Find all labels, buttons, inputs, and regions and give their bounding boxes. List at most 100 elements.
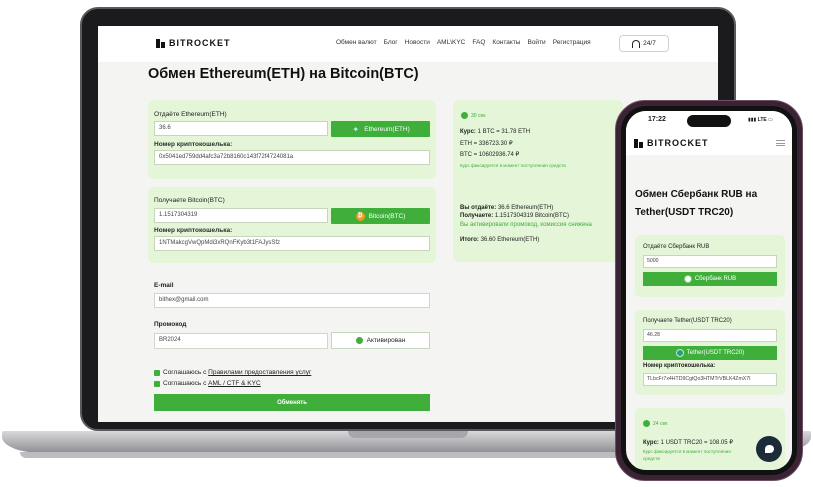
phone-clock-icon [643, 420, 650, 427]
phone-logo[interactable]: BITROCKET [634, 138, 709, 148]
phone-signal: ▮▮▮ LTE ▭ [748, 117, 773, 123]
email-input[interactable]: bithex@gmail.com [154, 293, 430, 308]
main-nav: Обмен валют Блог Новости AML\KYC FAQ Кон… [336, 39, 591, 46]
rate-value: 1 BTC = 31.78 ETH [477, 129, 531, 135]
nav-faq[interactable]: FAQ [472, 39, 485, 46]
chat-button[interactable] [756, 436, 782, 462]
timer-text: 30 сек [471, 112, 486, 119]
check-circle-icon [355, 337, 363, 344]
site-header: BITROCKET Обмен валют Блог Новости AML\K… [98, 26, 718, 62]
give-currency-button[interactable]: ✦ Ethereum(ETH) [331, 121, 430, 137]
chat-bubble-icon [764, 445, 774, 453]
get-label: Получаете Bitcoin(BTC) [154, 197, 225, 204]
phone-get-label: Получаете Tether(USDT TRC20) [643, 318, 732, 324]
get-wallet-label: Номер криптокошелька: [154, 227, 233, 234]
page-title: Обмен Ethereum(ETH) на Bitcoin(BTC) [148, 66, 419, 82]
phone-logo-icon [634, 138, 643, 148]
phone-give-currency: Сбербанк RUB [694, 276, 737, 282]
rules-text: Соглашаюсь с Правилами предоставления ус… [163, 369, 311, 376]
nav-exchange[interactable]: Обмен валют [336, 39, 377, 46]
rules-link[interactable]: Правилами предоставления услуг [208, 369, 311, 376]
phone-time: 17:22 [648, 116, 666, 123]
phone-get-currency-button[interactable]: Tether(USDT TRC20) [643, 346, 777, 360]
clock-icon [461, 112, 468, 119]
aml-prefix: Соглашаюсь с [163, 380, 209, 387]
logo-icon [156, 38, 165, 48]
support-button[interactable]: 24/7 [619, 35, 669, 52]
you-give-line: Вы отдаёте: 36.6 Ethereum(ETH) [460, 205, 553, 211]
phone-wallet-input[interactable]: TLbcFr7x4HTD9CgtQo3HTMTrVBLK4ZmX7I [643, 373, 777, 386]
btc-rub: BTC = 10602936.74 ₽ [460, 152, 520, 158]
phone-wallet-label: Номер криптокошелька: [643, 363, 716, 369]
phone-get-currency: Tether(USDT TRC20) [686, 350, 745, 356]
phone-rate-value: 1 USDT TRC20 = 108.05 ₽ [660, 440, 734, 446]
tether-icon [675, 349, 684, 357]
logo[interactable]: BITROCKET [156, 38, 231, 48]
email-label: E-mail [154, 282, 174, 289]
promo-note: Вы активировали промокод, комиссия сниже… [460, 222, 592, 228]
bitcoin-icon: ₿ [355, 211, 365, 221]
aml-text: Соглашаюсь с AML / CTF & KYC [163, 380, 261, 387]
exchange-button[interactable]: Обменять [154, 394, 430, 411]
get-currency-button[interactable]: ₿ Bitcoin(BTC) [331, 208, 430, 224]
rate-note: Курс фиксируется в момент поступления ср… [460, 163, 566, 168]
you-give-value: 36.6 Ethereum(ETH) [497, 205, 554, 211]
total-line: Итого: 36.60 Ethereum(ETH) [460, 237, 539, 243]
phone-rate-line: Курс: 1 USDT TRC20 = 108.05 ₽ [643, 439, 733, 446]
aml-link[interactable]: AML / CTF & KYC [208, 380, 261, 387]
phone-page-title: Обмен Сбербанк RUB на Tether(USDT TRC20) [635, 189, 758, 218]
laptop-notch [348, 431, 468, 438]
give-label: Отдаёте Ethereum(ETH) [154, 111, 227, 118]
phone-network: LTE [757, 117, 767, 123]
rate-line: Курс: 1 BTC = 31.78 ETH [460, 129, 530, 135]
phone-timer-text: 24 сек [653, 420, 668, 427]
promo-status-button[interactable]: Активирован [331, 332, 430, 349]
phone-status-bar: 17:22 ▮▮▮ LTE ▭ [626, 111, 792, 129]
exchange-summary: 30 сек Курс: 1 BTC = 31.78 ETH ETH = 336… [453, 100, 623, 262]
get-amount-input[interactable]: 1.1517304319 [154, 208, 328, 223]
phone-rate-note: Курс фиксируется в момент поступления ср… [643, 449, 731, 461]
menu-icon[interactable] [776, 140, 785, 146]
logo-text: BITROCKET [169, 38, 231, 48]
promo-status-label: Активирован [366, 337, 406, 344]
ethereum-icon: ✦ [352, 124, 360, 134]
total-value: 36.60 Ethereum(ETH) [480, 237, 540, 243]
get-wallet-input[interactable]: 1NTMakcgVwQpMdi3xRQnFKyb3t1FAJysSfz [154, 236, 430, 251]
headset-icon [632, 39, 641, 48]
rate-label: Курс: [460, 129, 476, 135]
give-currency-label: Ethereum(ETH) [364, 125, 410, 133]
dynamic-island [687, 115, 731, 127]
promo-label: Промокод [154, 321, 187, 328]
give-amount-input[interactable]: 36.6 [154, 121, 328, 136]
promo-input[interactable]: BR2024 [154, 333, 328, 349]
phone-give-panel: Отдаёте Сбербанк RUB 5000 Сбербанк RUB [635, 235, 785, 297]
total-label: Итого: [460, 237, 479, 243]
phone-get-input[interactable]: 46.28 [643, 329, 777, 342]
phone-logo-text: BITROCKET [647, 138, 709, 148]
you-get-label: Получаете: [460, 213, 494, 219]
sberbank-icon [683, 275, 692, 283]
you-get-value: 1.1517304319 Bitcoin(BTC) [494, 213, 569, 219]
nav-login[interactable]: Войти [527, 39, 545, 46]
phone-give-currency-button[interactable]: Сбербанк RUB [643, 272, 777, 286]
aml-checkbox[interactable] [154, 381, 160, 387]
rate-timer: 30 сек [461, 112, 485, 119]
phone-rate-timer: 24 сек [643, 420, 667, 427]
rules-prefix: Соглашаюсь с [163, 369, 209, 376]
give-wallet-input[interactable]: 0x5041ed759dd4afc3a72b8160c143f72f472408… [154, 150, 430, 165]
phone-screen: 17:22 ▮▮▮ LTE ▭ BITROCKET Обмен Сбербанк… [626, 111, 792, 470]
nav-blog[interactable]: Блог [384, 39, 398, 46]
phone-give-input[interactable]: 5000 [643, 255, 777, 268]
you-get-line: Получаете: 1.1517304319 Bitcoin(BTC) [460, 213, 569, 219]
eth-rub: ETH = 336723.30 ₽ [460, 141, 513, 147]
rules-checkbox[interactable] [154, 370, 160, 376]
nav-register[interactable]: Регистрация [553, 39, 591, 46]
give-wallet-label: Номер криптокошелька: [154, 141, 233, 148]
nav-news[interactable]: Новости [405, 39, 430, 46]
give-panel: Отдаёте Ethereum(ETH) 36.6 ✦ Ethereum(ET… [148, 100, 436, 179]
nav-contacts[interactable]: Контакты [492, 39, 520, 46]
support-label: 24/7 [643, 40, 656, 47]
nav-aml-kyc[interactable]: AML\KYC [437, 39, 466, 46]
you-give-label: Вы отдаёте: [460, 205, 497, 211]
phone-get-panel: Получаете Tether(USDT TRC20) 46.28 Tethe… [635, 310, 785, 395]
